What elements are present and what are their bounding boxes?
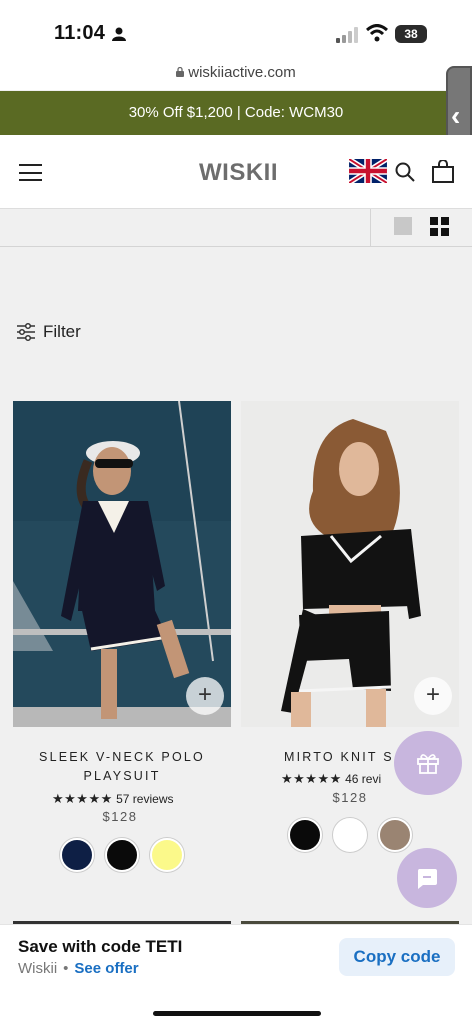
site-logo[interactable]: WISKII — [199, 159, 278, 187]
color-swatch-black[interactable] — [288, 818, 322, 852]
offer-subtitle: Wiskii • See offer — [18, 960, 139, 977]
separator-dot: • — [63, 960, 69, 977]
home-indicator — [153, 1011, 321, 1016]
product-image[interactable]: + — [13, 401, 231, 727]
status-time: 11:04 — [54, 22, 106, 44]
sliders-icon — [17, 322, 35, 342]
single-column-view-icon[interactable] — [394, 217, 412, 235]
color-swatch-black[interactable] — [105, 838, 139, 872]
copy-code-button[interactable]: Copy code — [339, 938, 455, 976]
filter-label: Filter — [43, 322, 81, 341]
status-bar: 11:04 38 — [0, 0, 472, 64]
divider — [370, 209, 371, 247]
product-rating[interactable]: ★★★★★ 46 revi — [281, 771, 381, 787]
chat-bubble-icon — [417, 869, 437, 889]
cellular-signal-icon — [336, 27, 358, 43]
star-rating-icon: ★★★★★ — [52, 791, 113, 806]
chat-button[interactable] — [397, 848, 457, 908]
chevron-left-icon: ‹ — [451, 100, 461, 131]
offer-title: Save with code TETI — [18, 937, 183, 956]
battery-indicator: 38 — [395, 25, 427, 43]
url-bar[interactable]: wiskiiactive.com — [0, 64, 472, 90]
url-text: wiskiiactive.com — [188, 64, 296, 81]
see-offer-link[interactable]: See offer — [74, 960, 138, 977]
hamburger-menu-icon[interactable] — [19, 164, 42, 181]
gift-icon — [417, 754, 439, 774]
color-swatch-navy[interactable] — [60, 838, 94, 872]
product-price: $128 — [332, 790, 368, 805]
product-price: $128 — [102, 809, 138, 824]
view-toggle-bar — [0, 209, 472, 247]
color-swatch-taupe[interactable] — [378, 818, 412, 852]
product-image[interactable]: + — [241, 401, 459, 727]
uk-flag-icon[interactable] — [349, 159, 387, 183]
search-icon[interactable] — [395, 162, 415, 182]
color-swatch-white[interactable] — [333, 818, 367, 852]
promo-banner[interactable]: 30% Off $1,200 | Code: WCM30 — [0, 91, 472, 135]
product-rating[interactable]: ★★★★★ 57 reviews — [52, 791, 173, 807]
offer-brand: Wiskii — [18, 960, 58, 977]
shopping-bag-icon[interactable] — [432, 160, 454, 183]
grid-view-icon[interactable] — [430, 217, 449, 236]
person-icon — [112, 27, 126, 41]
quick-add-button[interactable]: + — [414, 677, 452, 715]
star-rating-icon: ★★★★★ — [281, 771, 342, 786]
review-count: 57 reviews — [116, 792, 174, 806]
offer-banner: Save with code TETI Wiskii • See offer Cop… — [0, 924, 472, 1024]
color-swatch-yellow[interactable] — [150, 838, 184, 872]
product-title[interactable]: SLEEK V-NECK POLO PLAYSUIT — [30, 748, 214, 786]
quick-add-button[interactable]: + — [186, 677, 224, 715]
lock-icon — [176, 67, 185, 77]
review-count: 46 revi — [345, 772, 382, 786]
rewards-gift-button[interactable] — [394, 731, 462, 795]
wifi-icon — [366, 24, 388, 42]
